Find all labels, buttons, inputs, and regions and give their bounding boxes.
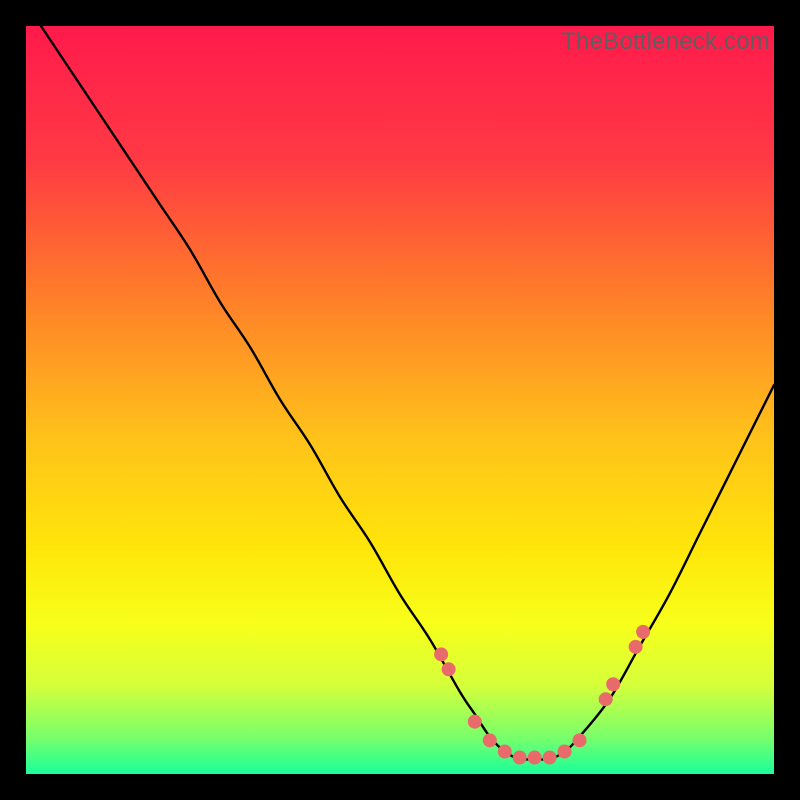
threshold-dot xyxy=(606,677,620,691)
threshold-dot xyxy=(558,745,572,759)
threshold-dot xyxy=(434,647,448,661)
threshold-dot xyxy=(636,625,650,639)
gradient-background xyxy=(26,26,774,774)
chart-frame: TheBottleneck.com xyxy=(26,26,774,774)
threshold-dot xyxy=(599,692,613,706)
threshold-dot xyxy=(573,733,587,747)
threshold-dot xyxy=(513,751,527,765)
threshold-dot xyxy=(442,662,456,676)
threshold-dot xyxy=(498,745,512,759)
threshold-dot xyxy=(543,751,557,765)
threshold-dot xyxy=(468,715,482,729)
threshold-dot xyxy=(528,751,542,765)
threshold-dot xyxy=(629,640,643,654)
bottleneck-chart xyxy=(26,26,774,774)
watermark-text: TheBottleneck.com xyxy=(561,28,770,56)
threshold-dot xyxy=(483,733,497,747)
